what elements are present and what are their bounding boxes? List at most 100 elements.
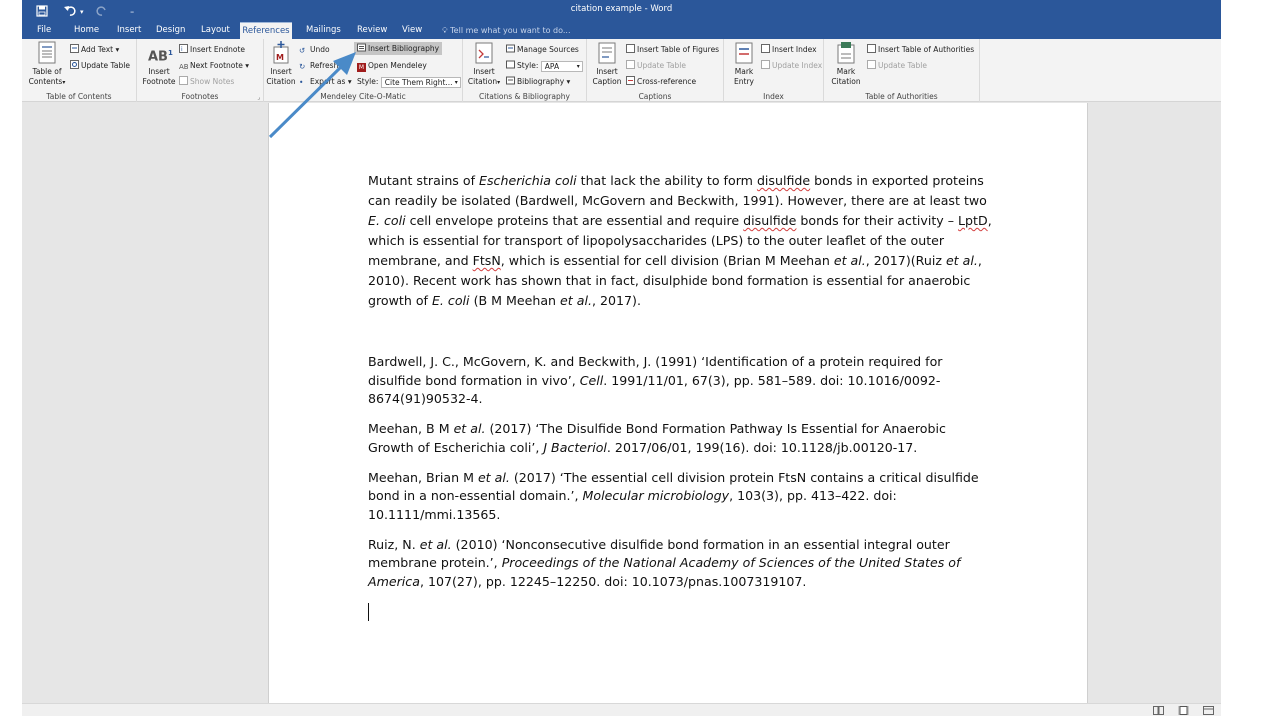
show-notes-button[interactable]: Show Notes [179, 75, 234, 88]
mark-citation-button[interactable]: Mark Citation [827, 41, 865, 87]
insert-endnote-icon: i [179, 44, 188, 53]
bibliography-button[interactable]: Bibliography ▾ [506, 75, 570, 88]
tell-me-search[interactable]: 💡︎ Tell me what you want to do... [442, 22, 571, 39]
manage-sources-icon [506, 44, 515, 53]
insert-citation-button[interactable]: Insert Citation▾ [465, 41, 503, 88]
insert-index-icon [761, 44, 770, 53]
add-text-icon [70, 44, 79, 53]
citation-style-dropdown[interactable]: APA ▾ [540, 60, 583, 72]
citation-style-selector[interactable]: Style: APA ▾ [506, 59, 583, 72]
insert-index-button[interactable]: Insert Index [761, 43, 817, 56]
bibliography-menu-icon [506, 76, 515, 85]
bibliography-icon [357, 43, 366, 52]
insert-footnote-button[interactable]: AB1 Insert Footnote [139, 41, 179, 87]
title-bar: ▾ ₌ citation example - Word [22, 0, 1221, 22]
cross-reference-button[interactable]: Cross-reference [626, 75, 696, 88]
group-label-citations: Citations & Bibliography [479, 92, 570, 101]
group-footnotes: AB1 Insert Footnote i Insert Endnote ABNe… [137, 39, 264, 102]
tab-design[interactable]: Design [154, 22, 187, 39]
tab-view[interactable]: View [400, 22, 424, 39]
document-page[interactable]: Mutant strains of Escherichia coli that … [268, 103, 1088, 703]
bibliography-entry: Meehan, Brian M et al. (2017) ‘The essen… [368, 469, 979, 522]
lightbulb-icon: 💡︎ [442, 26, 448, 35]
mendeley-undo-button[interactable]: ↺ Undo [299, 43, 330, 56]
insert-table-of-authorities-button[interactable]: Insert Table of Authorities [867, 43, 974, 56]
table-of-contents-label: Table of Contents [28, 67, 63, 86]
authorities-update-table-icon [867, 60, 876, 69]
update-table-icon [70, 60, 79, 69]
group-label-authorities: Table of Authorities [865, 92, 938, 101]
references-ribbon: Table of Contents▾ Add Text ▾ Update Tab… [22, 39, 1221, 102]
text-cursor [368, 602, 369, 621]
insert-endnote-button[interactable]: i Insert Endnote [179, 43, 245, 56]
tell-me-text: Tell me what you want to do... [450, 26, 571, 35]
group-citations-bibliography: Insert Citation▾ Manage Sources Style: A… [463, 39, 587, 102]
table-of-figures-icon [626, 44, 635, 53]
group-label-index: Index [763, 92, 784, 101]
document-area: Mutant strains of Escherichia coli that … [22, 103, 1221, 703]
insert-caption-icon [598, 42, 616, 64]
read-mode-icon[interactable] [1153, 706, 1164, 715]
tab-layout[interactable]: Layout [199, 22, 232, 39]
ribbon-tabs: File Home Insert Design Layout Reference… [22, 22, 1221, 39]
group-index: Mark Entry Insert Index Update Index Ind… [724, 39, 824, 102]
status-bar [22, 703, 1221, 716]
next-footnote-icon: AB [179, 63, 189, 71]
tab-review[interactable]: Review [355, 22, 389, 39]
update-index-button[interactable]: Update Index [761, 59, 822, 72]
insert-caption-label: Insert Caption [592, 67, 622, 86]
footnotes-dialog-launcher-icon[interactable]: ⌟ [257, 94, 260, 101]
open-mendeley-button[interactable]: M Open Mendeley [357, 59, 427, 72]
tab-file[interactable]: File [35, 22, 53, 39]
mark-citation-label: Mark Citation [831, 67, 861, 86]
mark-entry-label: Mark Entry [734, 67, 754, 86]
captions-update-table-button[interactable]: Update Table [626, 59, 686, 72]
add-text-button[interactable]: Add Text ▾ [70, 43, 119, 56]
tab-home[interactable]: Home [72, 22, 101, 39]
table-of-contents-icon [38, 41, 56, 64]
insert-citation-label: Insert Citation [467, 67, 498, 86]
insert-bibliography-button[interactable]: Insert Bibliography [354, 42, 443, 55]
group-table-of-authorities: Mark Citation Insert Table of Authoritie… [824, 39, 980, 102]
group-captions: Insert Caption Insert Table of Figures U… [587, 39, 724, 102]
bibliography-entry: Meehan, B M et al. (2017) ‘The Disulfide… [368, 421, 946, 455]
tab-references[interactable]: References [240, 22, 292, 39]
export-icon: • [299, 78, 304, 87]
manage-sources-button[interactable]: Manage Sources [506, 43, 579, 56]
mark-entry-button[interactable]: Mark Entry [727, 41, 761, 87]
mendeley-citation-icon: M [273, 41, 289, 64]
mendeley-style-selector[interactable]: Style: Cite Them Right... ▾ [357, 75, 461, 88]
word-window: ▾ ₌ citation example - Word File Home In… [22, 0, 1221, 716]
web-layout-icon[interactable] [1203, 706, 1214, 715]
insert-caption-button[interactable]: Insert Caption [589, 41, 625, 87]
mendeley-insert-citation-button[interactable]: M Insert Citation [264, 41, 298, 87]
document-body[interactable]: Mutant strains of Escherichia coli that … [368, 171, 993, 621]
update-table-button[interactable]: Update Table [70, 59, 130, 72]
tab-insert[interactable]: Insert [115, 22, 143, 39]
bibliography-entry: Bardwell, J. C., McGovern, K. and Beckwi… [368, 354, 943, 406]
footnote-icon: AB1 [148, 49, 173, 65]
next-footnote-button[interactable]: ABNext Footnote ▾ [179, 59, 249, 72]
group-table-of-contents: Table of Contents▾ Add Text ▾ Update Tab… [22, 39, 137, 102]
group-label-mendeley: Mendeley Cite-O-Matic [320, 92, 406, 101]
mendeley-logo-icon: M [357, 63, 366, 72]
mendeley-style-dropdown[interactable]: Cite Them Right... ▾ [380, 76, 461, 88]
tab-mailings[interactable]: Mailings [304, 22, 343, 39]
insert-footnote-label: Insert Footnote [142, 67, 176, 86]
mendeley-insert-citation-label: Insert Citation [266, 67, 296, 86]
group-label-captions: Captions [638, 92, 672, 101]
group-label-table-of-contents: Table of Contents [46, 92, 112, 101]
svg-text:M: M [276, 53, 284, 62]
body-paragraph: Mutant strains of Escherichia coli that … [368, 173, 992, 308]
print-layout-icon[interactable] [1178, 706, 1189, 715]
authorities-update-table-button[interactable]: Update Table [867, 59, 927, 72]
captions-update-table-icon [626, 60, 635, 69]
table-of-authorities-icon [867, 44, 876, 53]
export-as-button[interactable]: • Export as ▾ [299, 75, 352, 88]
insert-table-of-figures-button[interactable]: Insert Table of Figures [626, 43, 719, 56]
table-of-contents-button[interactable]: Table of Contents▾ [24, 41, 70, 88]
style-icon [506, 60, 515, 69]
refresh-icon: ↻ [299, 62, 306, 71]
mendeley-refresh-button[interactable]: ↻ Refresh [299, 59, 338, 72]
mendeley-undo-icon: ↺ [299, 46, 306, 55]
